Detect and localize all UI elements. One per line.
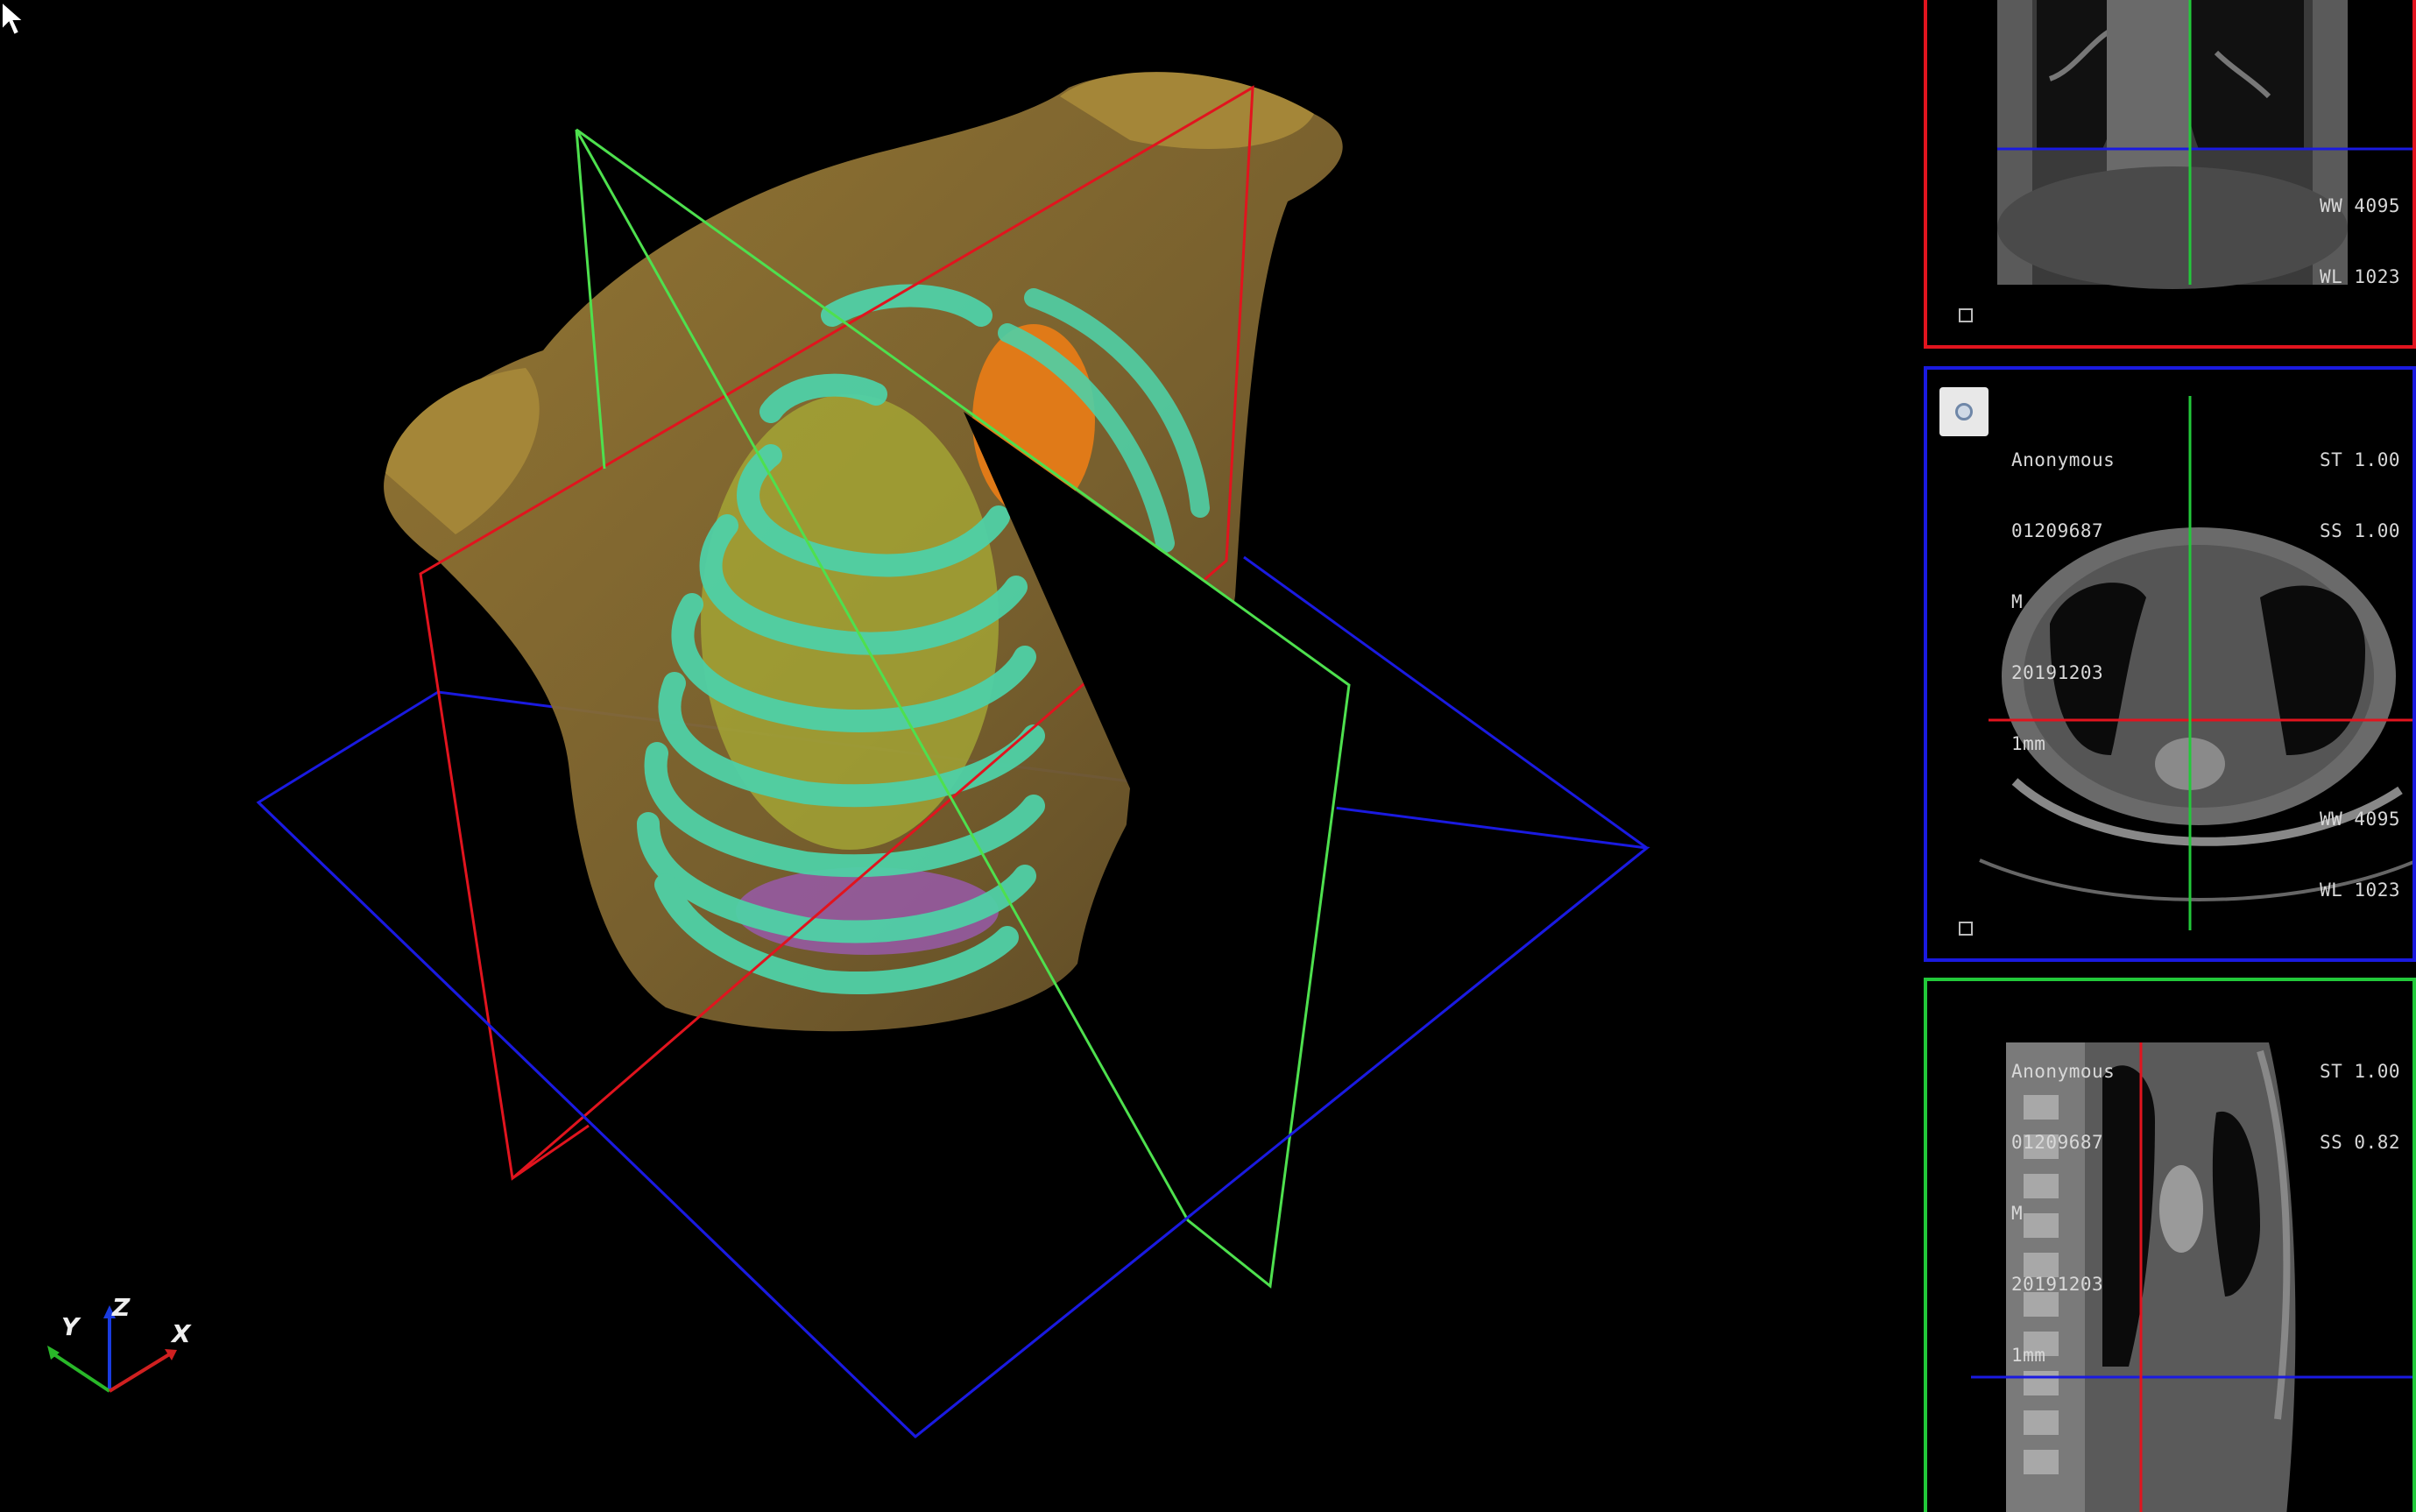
study-date: 20191203 xyxy=(2011,662,2104,683)
study-date: 20191203 xyxy=(2011,1274,2104,1295)
coronal-toggle-button[interactable] xyxy=(1959,308,1973,322)
3d-viewport[interactable]: Y Z X xyxy=(0,0,1910,1512)
axis-y-label: Y xyxy=(61,1312,80,1341)
axis-x-label: X xyxy=(172,1319,191,1348)
patient-sex: M xyxy=(2011,1203,2024,1224)
axial-toggle-button[interactable] xyxy=(1959,922,1973,936)
patient-id: 01209687 xyxy=(2011,1132,2104,1153)
axial-patient-overlay: Anonymous 01209687 M 20191203 1mm xyxy=(2011,401,2115,803)
3d-render xyxy=(47,72,1650,1438)
axial-window-overlay: WW 4095 WL 1023 xyxy=(2320,760,2400,950)
slice-thickness: 1mm xyxy=(2011,1345,2046,1366)
patient-sex: M xyxy=(2011,591,2024,612)
sagittal-view-panel[interactable]: Anonymous 01209687 M 20191203 1mm ST 1.0… xyxy=(1924,978,2416,1512)
patient-id: 01209687 xyxy=(2011,520,2104,541)
ss-text: SS 1.00 xyxy=(2319,520,2400,541)
slice-thickness: 1mm xyxy=(2011,733,2046,754)
patient-name: Anonymous xyxy=(2011,449,2116,470)
patient-name: Anonymous xyxy=(2011,1061,2116,1082)
axis-z-label: Z xyxy=(112,1293,131,1322)
coronal-view-panel[interactable]: WW 4095 WL 1023 xyxy=(1924,0,2416,349)
axial-spacing-overlay: ST 1.00 SS 1.00 xyxy=(2320,401,2400,590)
window-width-text: WW 4095 xyxy=(2319,195,2400,216)
ss-text: SS 0.82 xyxy=(2319,1132,2400,1153)
window-width-text: WW 4095 xyxy=(2319,809,2400,830)
st-text: ST 1.00 xyxy=(2319,1061,2400,1082)
sagittal-spacing-overlay: ST 1.00 SS 0.82 xyxy=(2320,1013,2400,1202)
st-text: ST 1.00 xyxy=(2319,449,2400,470)
mouse-pointer-icon xyxy=(0,0,26,37)
window-level-text: WL 1023 xyxy=(2319,880,2400,901)
window-level-text: WL 1023 xyxy=(2319,266,2400,287)
axial-view-panel[interactable]: Anonymous 01209687 M 20191203 1mm ST 1.0… xyxy=(1924,366,2416,962)
camera-reset-icon[interactable] xyxy=(1939,387,1989,436)
sagittal-patient-overlay: Anonymous 01209687 M 20191203 1mm xyxy=(2011,1013,2115,1415)
coronal-window-overlay: WW 4095 WL 1023 xyxy=(2320,147,2400,336)
